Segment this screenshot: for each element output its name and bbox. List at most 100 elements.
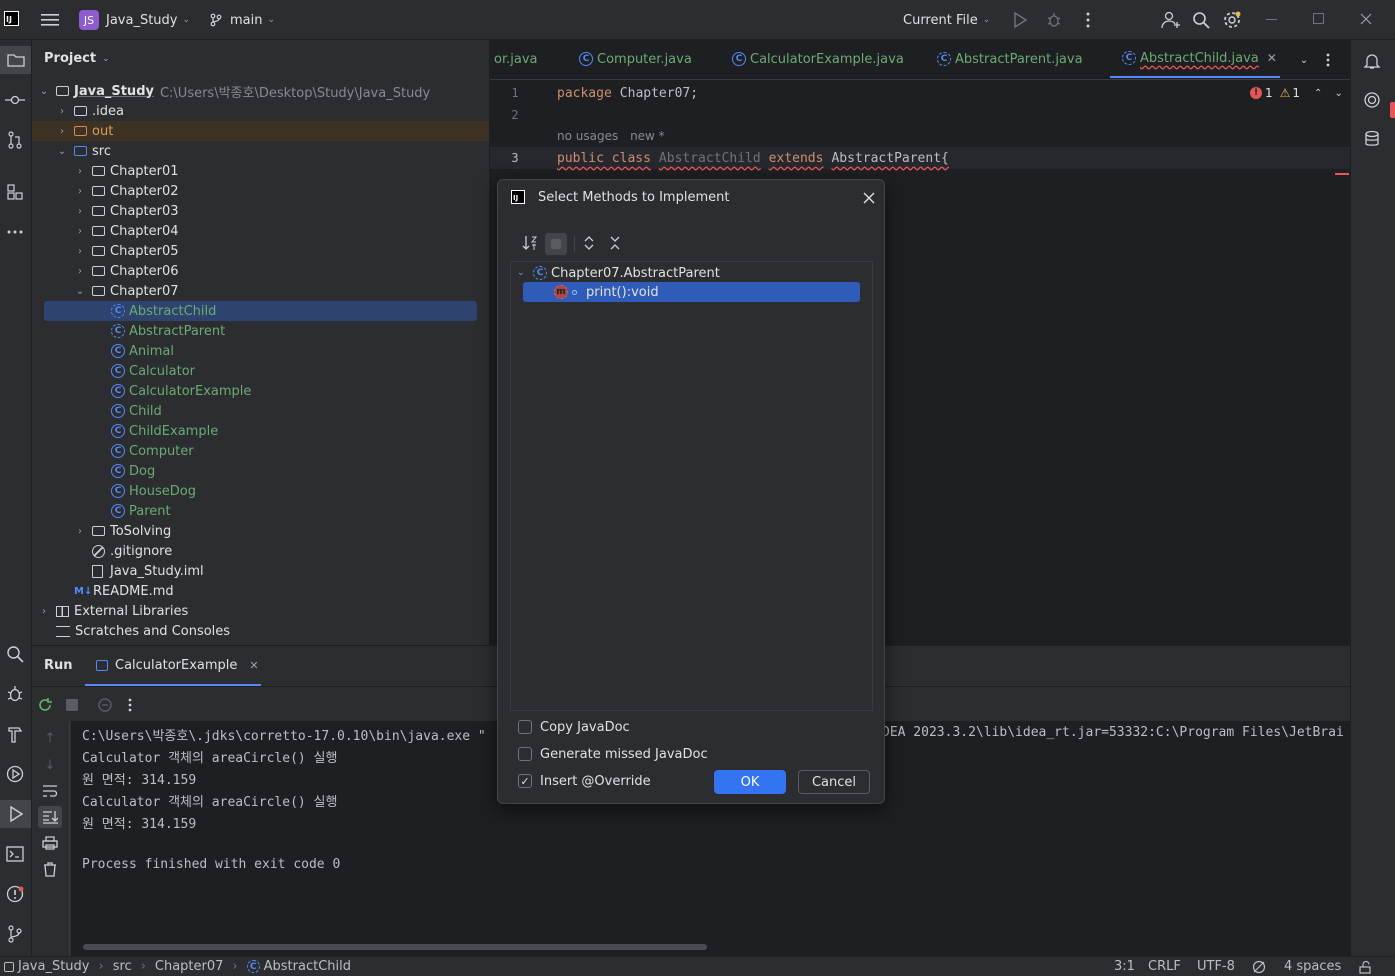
code-line-1[interactable]: 1 package Chapter07; (490, 82, 1350, 104)
tree-item-calculatorexample[interactable]: C CalculatorExample (32, 381, 489, 401)
tree-item-chapter03[interactable]: › Chapter03 (32, 201, 489, 221)
run-panel-title[interactable]: Run (44, 658, 73, 673)
services-tool-icon[interactable] (2, 762, 28, 786)
run-tool-icon[interactable] (0, 800, 31, 828)
code-inlay-hints[interactable]: no usages new * (557, 129, 665, 143)
close-icon[interactable] (862, 191, 876, 205)
tree-root[interactable]: ⌄ Java_Study C:\Users\박종호\Desktop\Study\… (32, 81, 489, 101)
scroll-down-icon[interactable]: ↓ (42, 757, 58, 773)
no-highlight-icon[interactable] (1252, 960, 1266, 974)
search-icon[interactable] (1190, 9, 1212, 31)
tree-item-animal[interactable]: C Animal (32, 341, 489, 361)
pull-requests-icon[interactable] (2, 128, 28, 152)
tree-item-chapter07[interactable]: ⌄ Chapter07 (32, 281, 489, 301)
run-more-icon[interactable] (126, 696, 134, 714)
editor-tab-calculatorexample[interactable]: C CalculatorExample.java (732, 40, 904, 78)
tab-list-chevron-icon[interactable]: ⌄ (1296, 52, 1312, 68)
breadcrumb-item[interactable]: src (113, 959, 132, 974)
tree-item-tosolving[interactable]: › ToSolving (32, 521, 489, 541)
tree-item-parent[interactable]: C Parent (32, 501, 489, 521)
generate-javadoc-checkbox[interactable]: Generate missed JavaDoc (518, 745, 708, 763)
tree-item-chapter04[interactable]: › Chapter04 (32, 221, 489, 241)
notifications-icon[interactable] (1361, 50, 1383, 72)
inspection-widget[interactable]: ! 1 ⚠ 1 ⌃ ⌄ (1250, 86, 1343, 100)
tree-method-row[interactable]: m print():void (523, 282, 860, 302)
error-stripe-mark[interactable] (1335, 173, 1349, 175)
tree-item-chapter05[interactable]: › Chapter05 (32, 241, 489, 261)
horizontal-scrollbar[interactable] (83, 944, 707, 950)
tree-item-computer[interactable]: C Computer (32, 441, 489, 461)
expand-all-icon[interactable] (581, 235, 597, 251)
git-tool-icon[interactable] (2, 922, 28, 946)
soft-wrap-icon[interactable] (41, 783, 59, 799)
run-config-selector[interactable]: Current File ⌄ (903, 10, 990, 30)
add-user-icon[interactable] (1160, 9, 1182, 31)
editor-tab-abstractchild[interactable]: C AbstractChild.java ✕ (1110, 40, 1280, 78)
maximize-icon[interactable] (1313, 13, 1324, 24)
lock-icon[interactable] (1358, 960, 1372, 974)
collapse-all-icon[interactable] (607, 235, 623, 251)
branch-switcher[interactable]: main ⌄ (209, 9, 275, 31)
project-tool-icon[interactable] (0, 46, 31, 74)
commit-tool-icon[interactable] (2, 88, 28, 112)
tree-item-abstractparent[interactable]: C AbstractParent (32, 321, 489, 341)
tree-item-iml[interactable]: Java_Study.iml (32, 561, 489, 581)
editor-tab-computer[interactable]: C Computer.java (579, 40, 692, 78)
methods-tree[interactable]: ⌄ C Chapter07.AbstractParent m print():v… (510, 261, 873, 711)
project-panel-header[interactable]: Project ⌄ (44, 51, 110, 66)
close-icon[interactable] (1358, 11, 1374, 27)
settings-icon[interactable] (1220, 8, 1244, 32)
rerun-icon[interactable] (36, 696, 54, 714)
code-line-2[interactable]: 2 (490, 104, 1350, 126)
trash-icon[interactable] (41, 861, 59, 877)
tree-item-childexample[interactable]: C ChildExample (32, 421, 489, 441)
tab-more-icon[interactable] (1324, 52, 1332, 68)
run-tab-calculatorexample[interactable]: CalculatorExample ✕ (85, 646, 261, 686)
indent-setting[interactable]: 4 spaces (1284, 959, 1341, 974)
database-icon[interactable] (1361, 128, 1383, 150)
problems-tool-icon[interactable] (2, 882, 28, 906)
more-tools-icon[interactable] (2, 220, 28, 244)
terminal-tool-icon[interactable] (2, 842, 28, 866)
copy-javadoc-checkbox[interactable]: Copy JavaDoc (518, 718, 630, 736)
breadcrumb-item[interactable]: Java_Study (18, 959, 90, 974)
tree-item-external-libraries[interactable]: › External Libraries (32, 601, 489, 621)
main-menu-icon[interactable] (40, 10, 60, 30)
tree-item-abstractchild[interactable]: C AbstractChild (32, 301, 489, 321)
show-classes-toggle[interactable] (545, 233, 567, 255)
tree-item-src[interactable]: ⌄ src (32, 141, 489, 161)
tree-item-gitignore[interactable]: .gitignore (32, 541, 489, 561)
caret-position[interactable]: 3:1 (1114, 959, 1135, 974)
stop-icon[interactable] (66, 699, 78, 711)
tree-class-node[interactable]: ⌄ C Chapter07.AbstractParent (517, 263, 720, 283)
tree-item-calculator[interactable]: C Calculator (32, 361, 489, 381)
file-encoding[interactable]: UTF-8 (1197, 959, 1235, 974)
scroll-to-end-icon[interactable] (38, 806, 62, 828)
tree-item-idea[interactable]: › .idea (32, 101, 489, 121)
tree-item-readme[interactable]: M↓ README.md (32, 581, 489, 601)
restore-layout-icon[interactable] (96, 696, 114, 714)
line-separator[interactable]: CRLF (1148, 959, 1181, 974)
tree-item-child[interactable]: C Child (32, 401, 489, 421)
close-tab-icon[interactable]: ✕ (249, 659, 258, 672)
structure-icon[interactable] (2, 180, 28, 204)
debug-tool-icon[interactable] (2, 682, 28, 706)
tree-item-out[interactable]: › out (32, 121, 489, 141)
print-icon[interactable] (41, 835, 59, 851)
code-line-3[interactable]: 3 public class AbstractChild extends Abs… (490, 147, 1350, 169)
build-tool-icon[interactable] (2, 722, 28, 746)
breadcrumb-item[interactable]: Chapter07 (155, 959, 224, 974)
sort-alphabetically-icon[interactable] (522, 235, 538, 251)
scroll-up-icon[interactable]: ↑ (42, 730, 58, 746)
chevron-up-icon[interactable]: ⌃ (1314, 88, 1322, 99)
cancel-button[interactable]: Cancel (798, 770, 870, 794)
debug-icon[interactable] (1044, 10, 1064, 30)
insert-override-checkbox[interactable]: ✓ Insert @Override (518, 772, 651, 790)
tree-item-chapter01[interactable]: › Chapter01 (32, 161, 489, 181)
find-tool-icon[interactable] (2, 642, 28, 666)
editor-tab-partial[interactable]: or.java (494, 40, 537, 78)
run-icon[interactable] (1011, 10, 1029, 30)
minimize-icon[interactable] (1266, 19, 1277, 20)
more-actions-icon[interactable] (1080, 10, 1096, 30)
tree-item-chapter02[interactable]: › Chapter02 (32, 181, 489, 201)
